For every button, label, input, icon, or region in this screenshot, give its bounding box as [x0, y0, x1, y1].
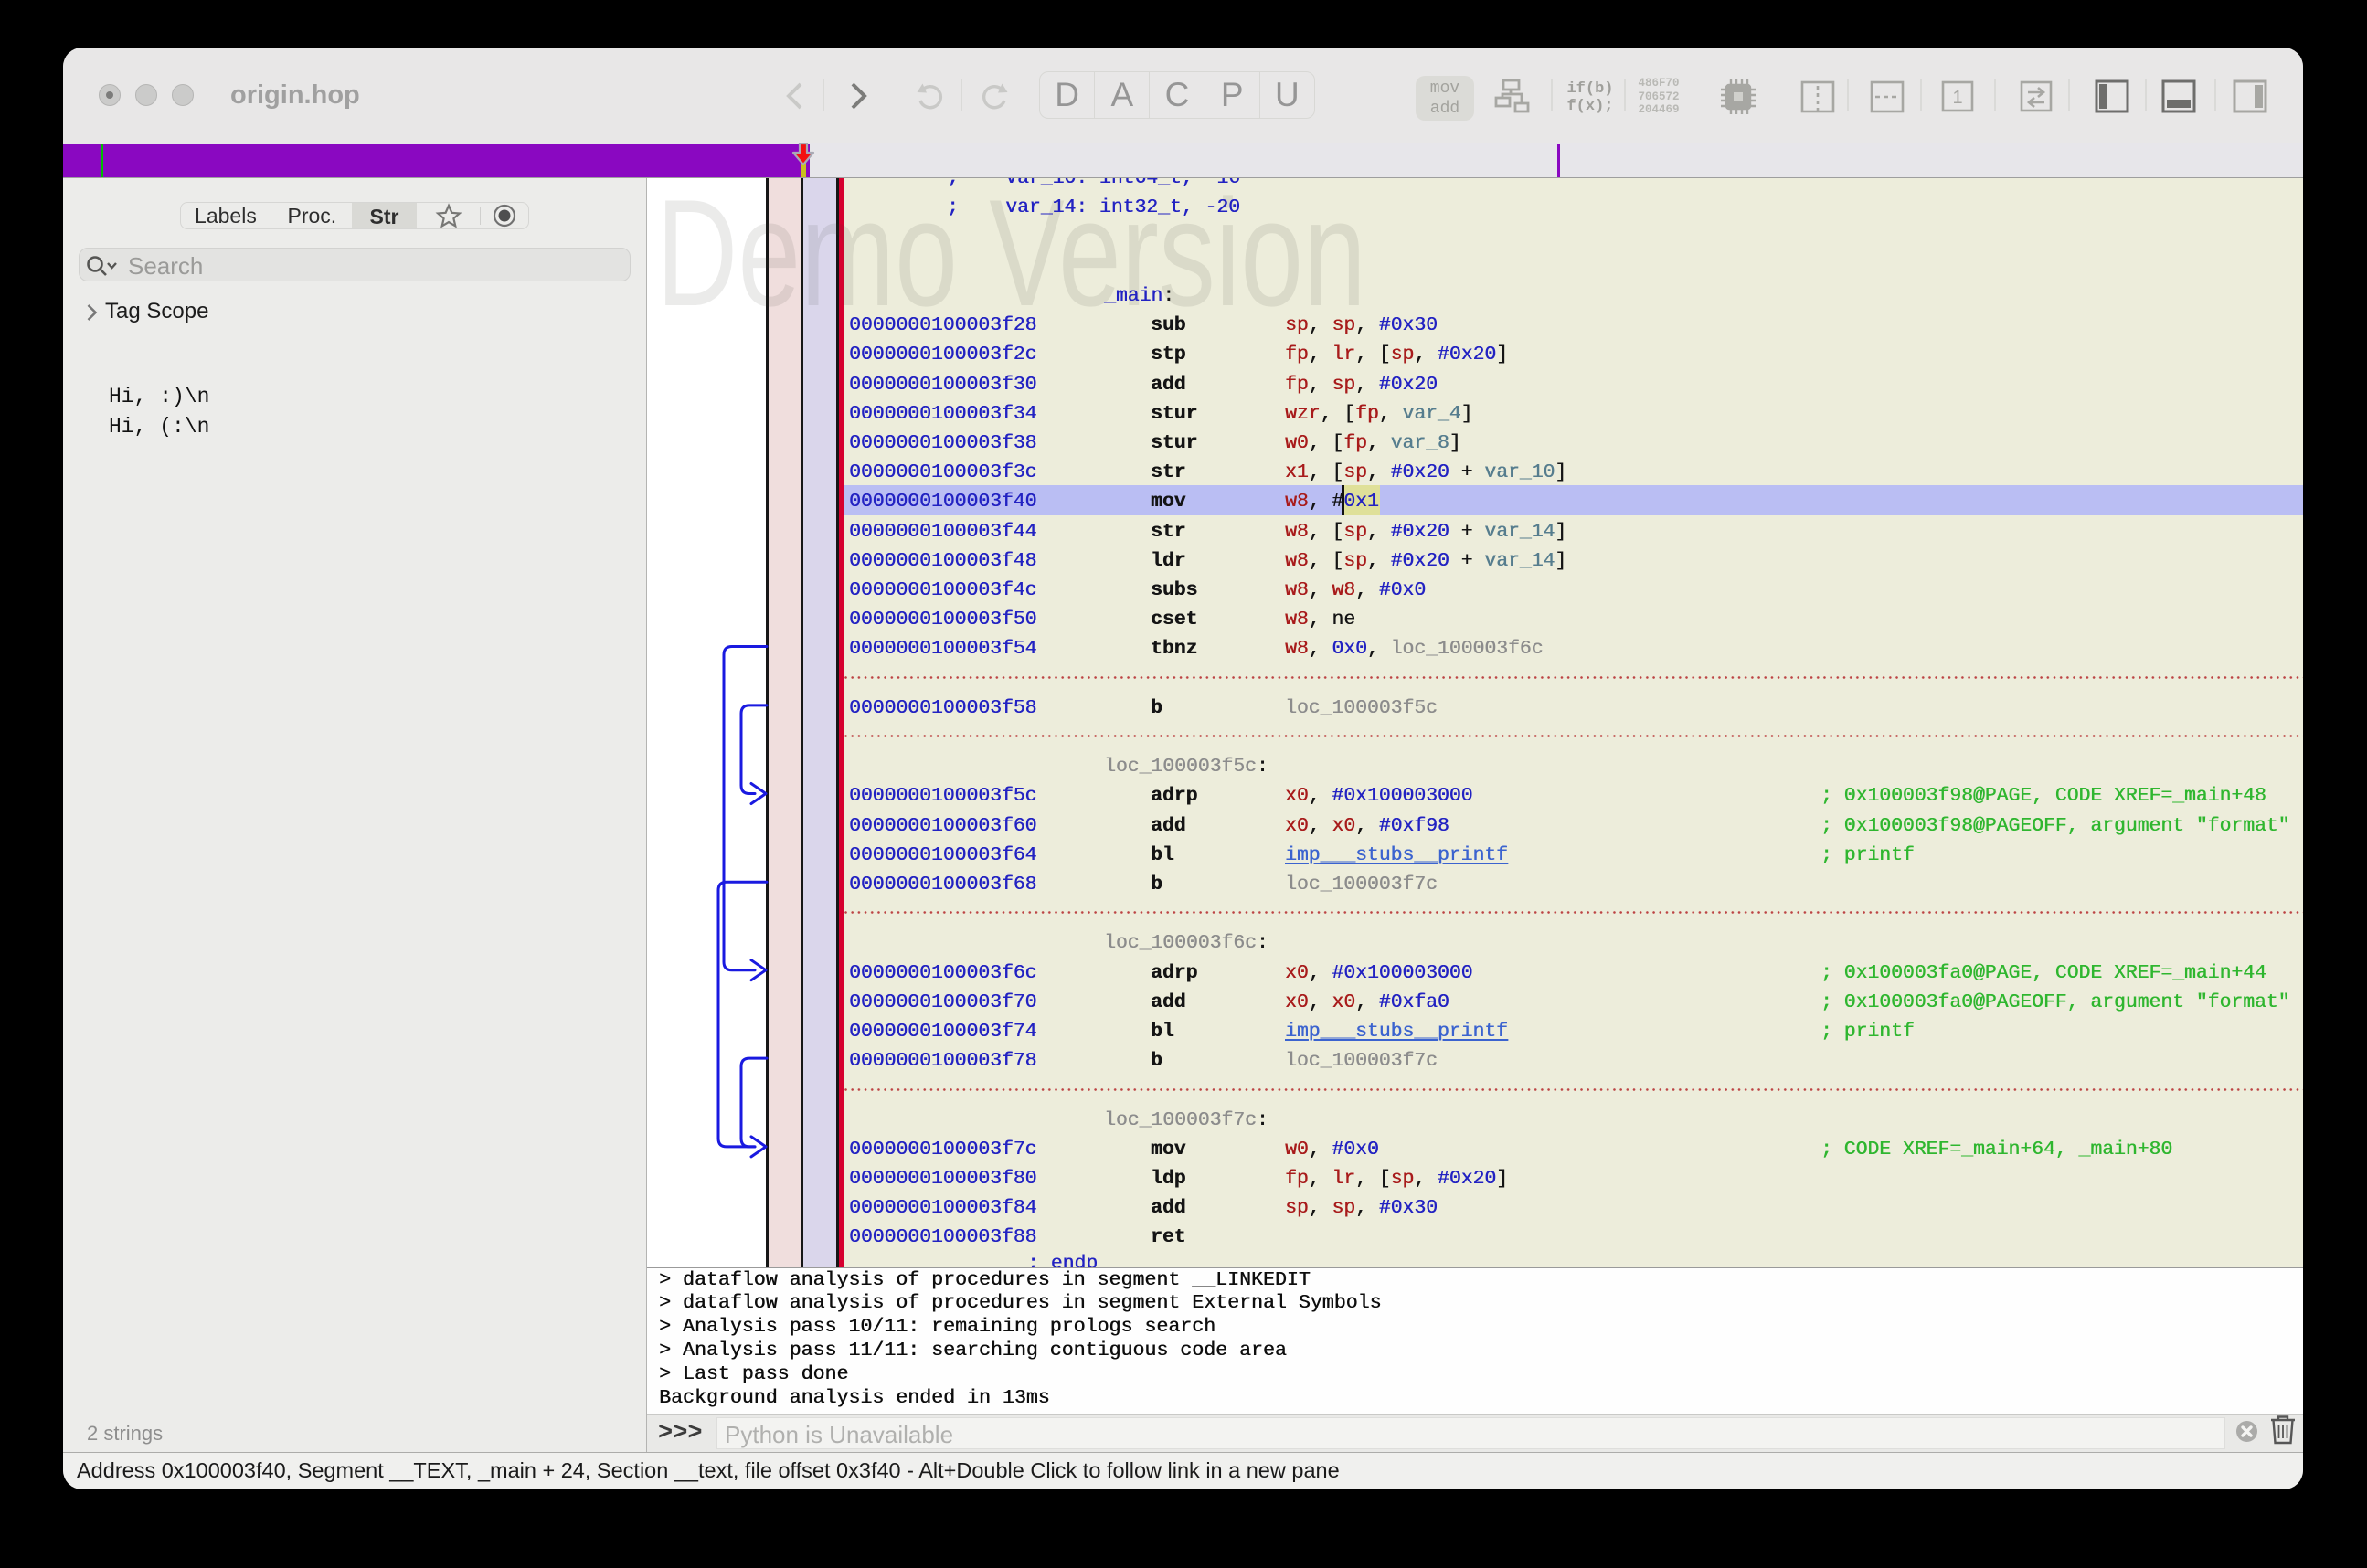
- svg-text:1: 1: [1952, 88, 1962, 108]
